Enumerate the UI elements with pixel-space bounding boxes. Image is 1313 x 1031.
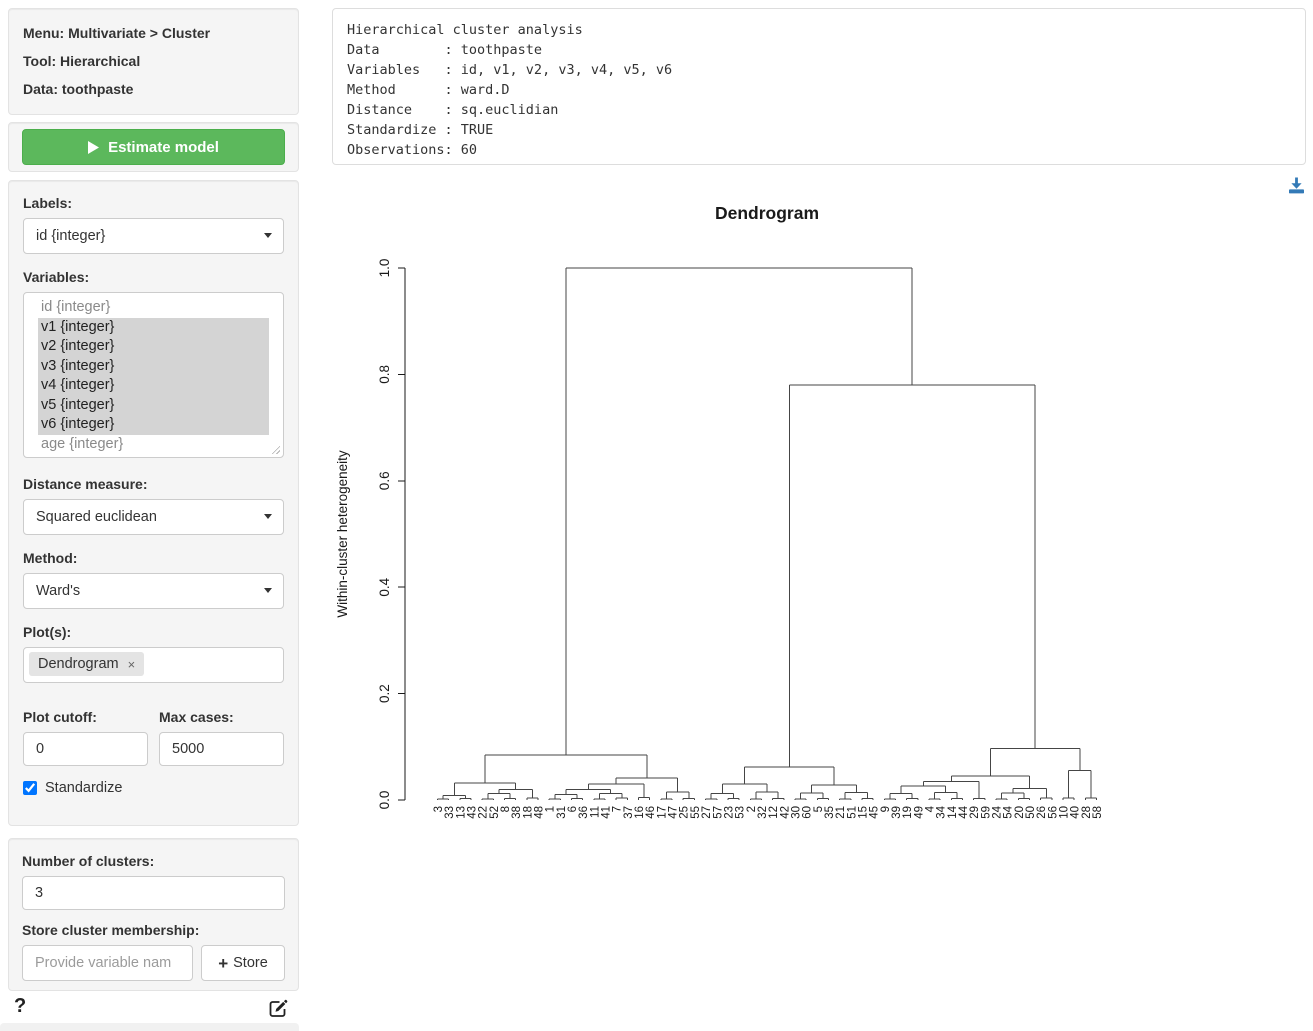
- distance-select[interactable]: Squared euclidean: [23, 499, 284, 535]
- plot-chip[interactable]: Dendrogram ×: [29, 652, 144, 676]
- estimate-model-label: Estimate model: [108, 139, 219, 156]
- max-cases-label: Max cases:: [159, 709, 284, 725]
- variables-options: id {integer}v1 {integer}v2 {integer}v3 {…: [24, 298, 283, 454]
- leaf-label: 58: [1092, 806, 1104, 819]
- method-select-value: Ward's: [36, 583, 80, 599]
- store-button-label: Store: [233, 955, 268, 971]
- plot-chip-label: Dendrogram: [38, 656, 119, 672]
- variable-option[interactable]: age {integer}: [38, 435, 269, 455]
- estimate-card: Estimate model: [8, 122, 299, 172]
- variables-label: Variables:: [23, 269, 284, 285]
- max-cases-input[interactable]: [159, 732, 284, 766]
- cluster-store-card: Number of clusters: Store cluster member…: [8, 838, 299, 991]
- standardize-checkbox[interactable]: [23, 781, 37, 795]
- distance-label: Distance measure:: [23, 476, 284, 492]
- dendrogram-svg: Dendrogram Within-cluster heterogeneity …: [330, 170, 1313, 890]
- variable-option[interactable]: v4 {integer}: [38, 376, 269, 396]
- y-tick-label: 0.8: [377, 365, 392, 384]
- store-label: Store cluster membership:: [22, 922, 285, 938]
- help-icon[interactable]: ?: [14, 995, 26, 1018]
- n-clusters-input[interactable]: [22, 876, 285, 910]
- variable-option[interactable]: id {integer}: [38, 298, 269, 318]
- method-select[interactable]: Ward's: [23, 573, 284, 609]
- leaf-labels: 3331343225283818481316361141737164617472…: [433, 805, 1104, 818]
- store-name-input[interactable]: [22, 945, 193, 981]
- plot-title: Dendrogram: [715, 203, 819, 223]
- play-icon: [88, 141, 99, 154]
- variable-option[interactable]: v2 {integer}: [38, 337, 269, 357]
- y-tick-label: 0.4: [377, 577, 392, 596]
- method-label: Method:: [23, 550, 284, 566]
- variable-option[interactable]: v1 {integer}: [38, 318, 269, 338]
- plot-cutoff-label: Plot cutoff:: [23, 709, 148, 725]
- tool-label: Tool: Hierarchical: [23, 51, 284, 71]
- y-tick-label: 0.6: [377, 471, 392, 490]
- footer-strip: [0, 1023, 299, 1031]
- chevron-down-icon: [264, 233, 272, 238]
- variable-option[interactable]: v5 {integer}: [38, 396, 269, 416]
- variables-listbox[interactable]: id {integer}v1 {integer}v2 {integer}v3 {…: [23, 292, 284, 458]
- estimate-model-button[interactable]: Estimate model: [22, 129, 285, 165]
- y-axis: 0.0 0.2 0.4 0.6 0.8 1.0: [377, 259, 405, 810]
- y-tick-label: 0.2: [377, 684, 392, 703]
- y-tick-label: 0.0: [377, 791, 392, 810]
- variable-option[interactable]: v3 {integer}: [38, 357, 269, 377]
- remove-chip-icon[interactable]: ×: [128, 658, 136, 671]
- plot-cutoff-input[interactable]: [23, 732, 148, 766]
- summary-output: Hierarchical cluster analysis Data : too…: [332, 8, 1306, 165]
- store-button[interactable]: + Store: [201, 945, 285, 981]
- plots-input[interactable]: Dendrogram ×: [23, 647, 284, 683]
- variable-option[interactable]: v6 {integer}: [38, 415, 269, 435]
- dendrogram-tree: [438, 268, 1097, 800]
- y-tick-label: 1.0: [377, 259, 392, 278]
- model-settings-card: Labels: id {integer} Variables: id {inte…: [8, 180, 299, 826]
- labels-select-value: id {integer}: [36, 228, 105, 244]
- chevron-down-icon: [264, 514, 272, 519]
- labels-label: Labels:: [23, 195, 284, 211]
- distance-select-value: Squared euclidean: [36, 509, 157, 525]
- chevron-down-icon: [264, 588, 272, 593]
- y-axis-label: Within-cluster heterogeneity: [335, 450, 350, 618]
- edit-pencil-icon: [269, 999, 288, 1018]
- summary-card: Menu: Multivariate > Cluster Tool: Hiera…: [8, 8, 299, 115]
- plus-icon: +: [218, 955, 228, 972]
- plots-label: Plot(s):: [23, 624, 284, 640]
- standardize-label: Standardize: [45, 780, 122, 796]
- menu-breadcrumb: Menu: Multivariate > Cluster: [23, 23, 284, 43]
- edit-report-button[interactable]: [269, 999, 288, 1023]
- standardize-option[interactable]: Standardize: [23, 780, 284, 796]
- labels-select[interactable]: id {integer}: [23, 218, 284, 254]
- n-clusters-label: Number of clusters:: [22, 853, 285, 869]
- dataset-label: Data: toothpaste: [23, 79, 284, 99]
